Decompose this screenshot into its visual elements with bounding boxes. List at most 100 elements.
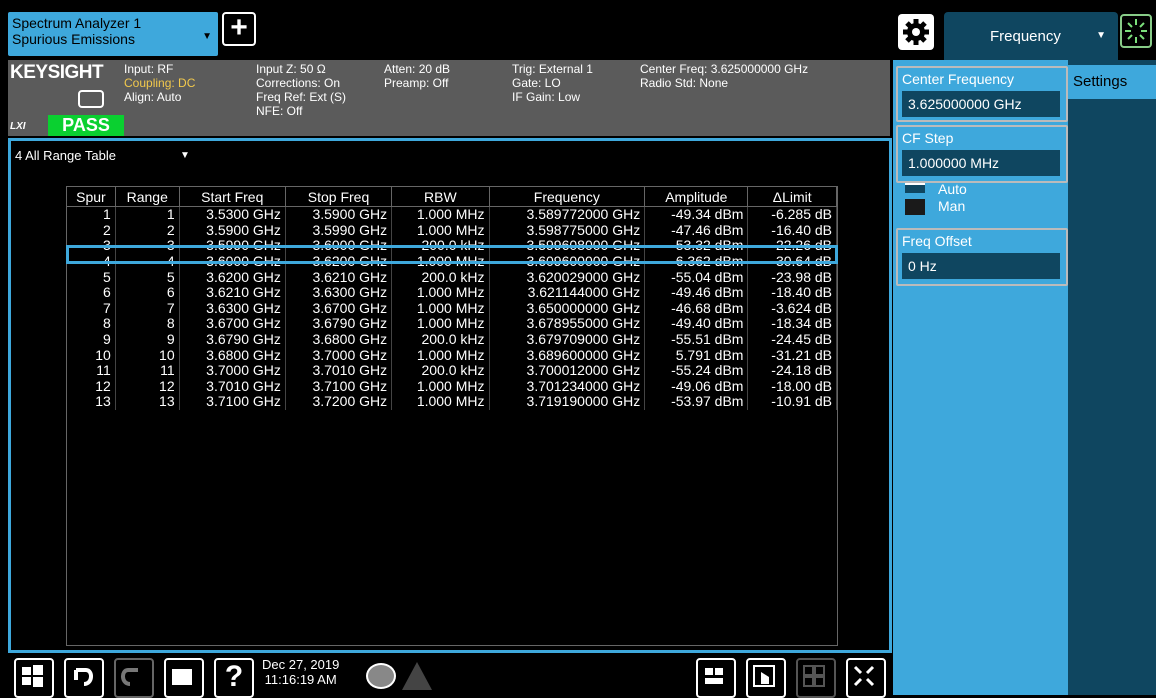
freq-offset-label: Freq Offset [902,233,972,249]
table-cell: 3.621144000 GHz [489,285,646,301]
busy-indicator-icon [1120,14,1152,48]
help-icon[interactable]: ? [214,658,254,698]
table-cell: -10.91 dB [747,394,837,410]
table-cell: 11 [115,363,180,379]
table-cell: 3.689600000 GHz [489,347,646,363]
column-header[interactable]: Start Freq [179,187,286,207]
warning-icon[interactable] [402,662,432,690]
layout-icon[interactable] [696,658,736,698]
table-cell: 1.000 MHz [391,285,490,301]
window-title[interactable]: 4 All Range Table [15,148,116,163]
table-cell: 8 [115,316,180,332]
app-tab-spectrum-analyzer[interactable]: Spectrum Analyzer 1 Spurious Emissions ▼ [8,12,218,56]
maximize-icon[interactable] [846,658,886,698]
table-cell: -49.34 dBm [644,206,749,223]
table-row[interactable]: 5 5 3.6200 GHz 3.6210 GHz 200.0 kHz 3.6200290… [67,269,837,285]
table-cell: -47.46 dBm [644,223,749,239]
folder-icon[interactable] [164,658,204,698]
table-cell: 8 [67,316,116,332]
radio-auto-selected[interactable] [905,183,925,193]
table-cell: 200.0 kHz [391,269,490,285]
message-icon[interactable] [78,90,104,108]
info-radio-std: Radio Std: None [640,76,729,90]
table-cell: -49.46 dBm [644,285,749,301]
info-center-freq: Center Freq: 3.625000000 GHz [640,62,809,76]
table-cell: -23.98 dB [747,269,837,285]
table-cell: 13 [67,394,116,410]
table-cell: -53.97 dBm [644,394,749,410]
center-frequency-control[interactable]: Center Frequency 3.625000000 GHz [896,66,1068,122]
table-cell: -55.51 dBm [644,332,749,348]
chevron-down-icon[interactable]: ▼ [180,150,190,161]
table-cell: 1.000 MHz [391,223,490,239]
table-row[interactable]: 1 1 3.5300 GHz 3.5900 GHz 1.000 MHz 3.5897720… [67,206,837,223]
cf-step-label: CF Step [902,130,954,146]
table-row[interactable]: 10 10 3.6800 GHz 3.7000 GHz 1.000 MHz 3.68960… [67,347,837,363]
redo-icon[interactable] [114,658,154,698]
radio-man[interactable] [905,199,925,215]
table-cell: 3.6800 GHz [285,332,393,348]
column-header[interactable]: RBW [391,187,490,207]
table-row[interactable]: 6 6 3.6210 GHz 3.6300 GHz 1.000 MHz 3.6211440… [67,285,837,301]
pass-status-badge: PASS [48,115,124,136]
column-header[interactable]: ΔLimit [747,187,837,207]
touch-icon[interactable] [746,658,786,698]
table-cell: 6 [115,285,180,301]
table-row[interactable]: 11 11 3.7000 GHz 3.7010 GHz 200.0 kHz 3.70001… [67,363,837,379]
table-cell: -55.24 dBm [644,363,749,379]
table-cell: 13 [115,394,180,410]
table-row[interactable]: 2 2 3.5900 GHz 3.5990 GHz 1.000 MHz 3.5987750… [67,223,837,239]
gear-icon[interactable] [898,14,934,50]
table-row[interactable]: 8 8 3.6700 GHz 3.6790 GHz 1.000 MHz 3.6789550… [67,316,837,332]
table-cell: 3.6790 GHz [179,332,286,348]
center-frequency-value: 3.625000000 GHz [902,91,1060,117]
date-time: Dec 27, 2019 11:16:19 AM [262,657,339,687]
table-cell: 3.7100 GHz [179,394,286,410]
windows-start-icon[interactable] [14,658,54,698]
table-row[interactable]: 12 12 3.7010 GHz 3.7100 GHz 1.000 MHz 3.70123… [67,379,837,395]
column-header[interactable]: Range [115,187,180,207]
table-cell: 1 [67,206,116,223]
table-cell: -18.40 dB [747,285,837,301]
info-input: Input: RF [124,62,174,76]
message-bubble-icon[interactable] [366,663,396,689]
info-input-z: Input Z: 50 Ω [256,62,326,76]
table-cell: 1 [115,206,180,223]
app-tab-mode: Spurious Emissions [12,31,135,47]
cf-step-control[interactable]: CF Step 1.000000 MHz [896,125,1068,183]
measurement-info-bar: Input: RF Coupling: DC Align: Auto Input… [8,60,890,136]
info-nfe: NFE: Off [256,104,303,118]
tab-settings[interactable]: Settings [1062,65,1156,99]
table-cell: -3.624 dB [747,301,837,317]
table-cell: -49.40 dBm [644,316,749,332]
app-tab-title: Spectrum Analyzer 1 [12,15,142,31]
table-cell: 3.6300 GHz [285,285,393,301]
table-cell: -31.21 dB [747,347,837,363]
table-row[interactable]: 9 9 3.6790 GHz 3.6800 GHz 200.0 kHz 3.6797090… [67,332,837,348]
column-header[interactable]: Stop Freq [285,187,393,207]
table-cell: 9 [67,332,116,348]
menu-frequency-dropdown[interactable]: Frequency ▼ [944,12,1118,60]
table-cell: 6 [67,285,116,301]
column-header[interactable]: Frequency [489,187,646,207]
selected-row-highlight [66,245,838,264]
table-cell: -18.00 dB [747,379,837,395]
table-cell: -49.06 dBm [644,379,749,395]
time: 11:16:19 AM [264,672,337,687]
column-header[interactable]: Amplitude [644,187,749,207]
column-header[interactable]: Spur [67,187,116,207]
table-cell: 2 [67,223,116,239]
multi-window-icon[interactable] [796,658,836,698]
spur-table: Spur Range Start Freq Stop Freq RBW Frequency… [67,187,837,410]
lxi-logo: LXI [10,121,26,132]
chevron-down-icon: ▼ [1096,30,1106,41]
info-trigger-group: Trig: External 1 Gate: LO IF Gain: Low [512,62,593,104]
undo-icon[interactable] [64,658,104,698]
table-cell: -24.18 dB [747,363,837,379]
table-cell: 3.701234000 GHz [489,379,646,395]
table-row[interactable]: 13 13 3.7100 GHz 3.7200 GHz 1.000 MHz 3.71919… [67,394,837,410]
freq-offset-control[interactable]: Freq Offset 0 Hz [896,228,1068,286]
add-screen-button[interactable]: + [222,12,256,46]
table-cell: 3.7000 GHz [285,347,393,363]
table-row[interactable]: 7 7 3.6300 GHz 3.6700 GHz 1.000 MHz 3.6500000… [67,301,837,317]
